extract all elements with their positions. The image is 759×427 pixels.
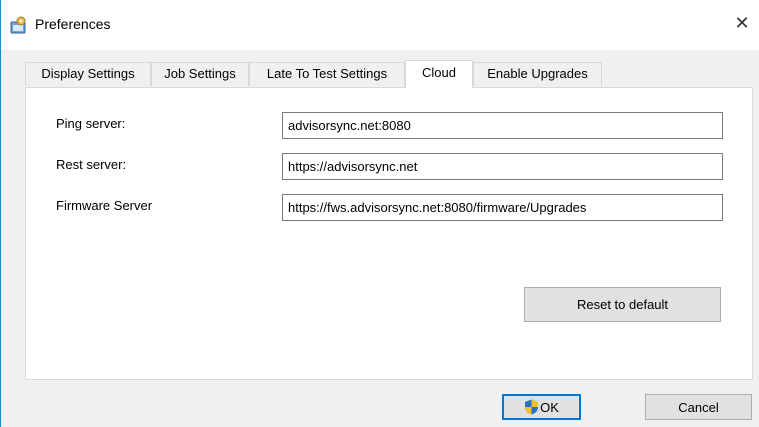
cancel-label: Cancel: [678, 399, 719, 415]
firmware-server-label: Firmware Server: [56, 198, 153, 213]
ping-server-label: Ping server:: [56, 116, 126, 131]
preferences-window: Preferences ✕ Display Settings Job Setti…: [0, 0, 759, 427]
ok-button[interactable]: OK: [502, 394, 581, 420]
close-button[interactable]: ✕: [725, 8, 759, 38]
tab-job-settings[interactable]: Job Settings: [151, 62, 249, 86]
title-bar[interactable]: Preferences ✕: [1, 0, 759, 50]
uac-shield-icon: [524, 399, 539, 415]
ok-label: OK: [540, 399, 559, 415]
rest-server-label: Rest server:: [56, 157, 127, 172]
firmware-server-input[interactable]: [282, 194, 723, 221]
tab-late-to-test-settings[interactable]: Late To Test Settings: [249, 62, 405, 86]
reset-to-default-label: Reset to default: [576, 297, 669, 312]
ping-server-input[interactable]: [282, 112, 723, 139]
cloud-settings-panel: Ping server: Rest server: Firmware Serve…: [25, 87, 753, 380]
tab-display-settings[interactable]: Display Settings: [25, 62, 151, 86]
window-title: Preferences: [35, 16, 111, 32]
close-icon: ✕: [734, 12, 750, 33]
preferences-app-icon: [10, 16, 28, 34]
cancel-button[interactable]: Cancel: [645, 394, 752, 420]
reset-to-default-button[interactable]: Reset to default: [524, 287, 721, 322]
tab-cloud[interactable]: Cloud: [405, 60, 473, 88]
tab-enable-upgrades[interactable]: Enable Upgrades: [473, 62, 602, 86]
rest-server-input[interactable]: [282, 153, 723, 180]
